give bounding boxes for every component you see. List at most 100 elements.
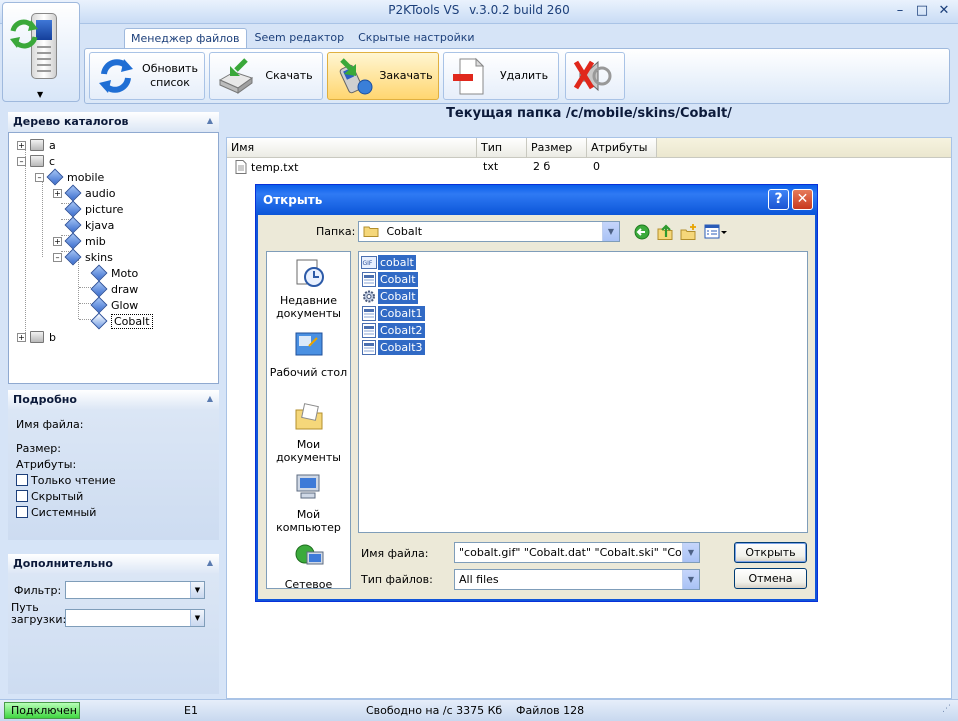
refresh-list-label: Обновить список [142,62,198,89]
refresh-list-button[interactable]: Обновить список [89,52,205,100]
list-item[interactable]: Cobalt1 [361,305,425,322]
collapse-icon[interactable]: – [17,156,26,166]
dialog-filetype-label: Тип файлов: [361,573,433,586]
minimize-button[interactable]: – [890,2,910,20]
upload-path-combo[interactable]: ▼ [65,609,205,627]
collapse-icon[interactable]: – [53,252,62,262]
free-space: Свободно на /c 3375 Кб [366,704,503,717]
chevron-down-icon[interactable]: ▼ [682,570,699,589]
text-file-icon [235,160,247,174]
back-icon[interactable] [634,224,650,240]
place-my-documents[interactable]: Мои документы [267,402,350,464]
tab-file-manager[interactable]: Менеджер файлов [124,28,247,48]
list-item[interactable]: Cobalt2 [361,322,425,339]
tab-seem-editor[interactable]: Seem редактор [249,28,351,48]
dialog-filetype-select[interactable]: All files ▼ [454,569,700,590]
drive-icon [29,154,45,168]
filename-label: Имя файла: [16,418,84,431]
dialog-filename-input[interactable]: "cobalt.gif" "Cobalt.dat" "Cobalt.ski" "… [454,542,700,563]
dialog-cancel-button[interactable]: Отмена [734,568,807,589]
extra-panel-header[interactable]: Дополнительно ▲ [8,554,219,574]
tab-hidden-settings[interactable]: Скрытые настройки [352,28,480,48]
view-menu-icon[interactable] [704,224,728,240]
tree-node-draw[interactable]: draw [90,280,138,298]
maximize-button[interactable]: □ [912,2,932,20]
up-folder-icon[interactable] [656,223,674,241]
dialog-title: Открыть [263,193,323,207]
chevron-down-icon[interactable]: ▼ [602,222,619,241]
expand-icon[interactable]: + [53,188,62,198]
tree-node-kjava[interactable]: kjava [64,216,114,234]
tree-node-mobile[interactable]: – mobile [35,168,104,186]
tree-node-moto[interactable]: Moto [90,264,138,282]
tree-node-a[interactable]: + a [17,137,56,153]
tree-node-c[interactable]: – c [17,153,55,169]
column-header-attributes[interactable]: Атрибуты [587,138,657,158]
places-bar: Недавние документы Рабочий стол Мои доку… [266,251,351,591]
download-button[interactable]: Скачать [209,52,323,100]
toolbar-ribbon: Обновить список Скачать Закачать Удалить [84,48,950,104]
tree-node-skins[interactable]: – skins [53,248,113,266]
folder-icon [64,248,82,266]
delete-button[interactable]: Удалить [443,52,559,100]
new-folder-icon[interactable] [680,223,698,241]
drive-icon [29,138,45,152]
collapse-icon[interactable]: ▲ [207,394,213,403]
speaker-mute-icon [573,60,612,92]
tree-node-b[interactable]: + b [17,329,56,345]
tree-node-picture[interactable]: picture [64,200,123,218]
file-attr-cell: 0 [593,160,600,173]
list-item[interactable]: Cobalt3 [361,339,425,356]
details-panel-header[interactable]: Подробно ▲ [8,390,219,410]
close-button[interactable]: ✕ [934,2,954,20]
list-item[interactable]: Cobalt [361,288,418,305]
place-recent-documents[interactable]: Недавние документы [267,258,350,320]
expand-icon[interactable]: + [53,236,62,246]
tree-node-cobalt[interactable]: Cobalt [90,312,153,330]
collapse-icon[interactable]: – [35,172,44,182]
upload-button[interactable]: Закачать [327,52,439,100]
app-version: v.3.0.2 build 260 [469,3,570,17]
gear-file-icon [363,290,375,303]
tree-panel-header[interactable]: Дерево каталогов ▲ [8,112,219,132]
window-title: P2KTools VS v.3.0.2 build 260 [0,3,958,17]
dialog-open-button[interactable]: Открыть [734,542,807,563]
folder-combo[interactable]: Cobalt ▼ [358,221,620,242]
collapse-icon[interactable]: ▲ [207,116,213,125]
place-network[interactable]: Сетевое [267,542,350,591]
tree-node-mib[interactable]: + mib [53,232,106,250]
place-desktop[interactable]: Рабочий стол [267,330,350,379]
hidden-checkbox[interactable]: Скрытый [16,490,83,503]
title-bar: P2KTools VS v.3.0.2 build 260 – □ ✕ [0,0,958,24]
chevron-down-icon[interactable]: ▼ [682,543,699,562]
details-panel-title: Подробно [13,393,77,406]
disconnect-button[interactable] [565,52,625,100]
chevron-down-icon[interactable]: ▼ [190,610,204,626]
column-header-name[interactable]: Имя [227,138,477,158]
resize-grip-icon[interactable]: ⋰ [942,704,951,714]
tree-node-glow[interactable]: Glow [90,296,138,314]
collapse-icon[interactable]: ▲ [207,558,213,567]
column-header-type[interactable]: Тип [477,138,527,158]
list-item[interactable]: Cobalt [361,271,418,288]
filter-combo[interactable]: ▼ [65,581,205,599]
column-header-size[interactable]: Размер [527,138,587,158]
folder-icon [46,168,64,186]
upload-path-label: Путь загрузки: [11,601,67,626]
help-button[interactable]: ? [768,189,789,210]
chevron-down-icon[interactable]: ▼ [190,582,204,598]
gif-icon: GIF [361,256,377,269]
app-menu-button[interactable]: ▼ [2,2,80,102]
details-panel: Имя файла: Размер: Атрибуты: Только чтен… [8,410,219,540]
folder-icon [90,280,108,298]
system-checkbox[interactable]: Системный [16,506,96,519]
readonly-checkbox[interactable]: Только чтение [16,474,116,487]
list-item[interactable]: GIF cobalt [361,254,416,271]
expand-icon[interactable]: + [17,140,26,150]
dialog-close-button[interactable]: ✕ [792,189,813,210]
place-my-computer[interactable]: Мой компьютер [267,472,350,534]
connection-mode: E1 [184,704,198,717]
tree-node-audio[interactable]: + audio [53,184,115,202]
extra-panel: Фильтр: ▼ Путь загрузки: ▼ [8,574,219,694]
expand-icon[interactable]: + [17,332,26,342]
